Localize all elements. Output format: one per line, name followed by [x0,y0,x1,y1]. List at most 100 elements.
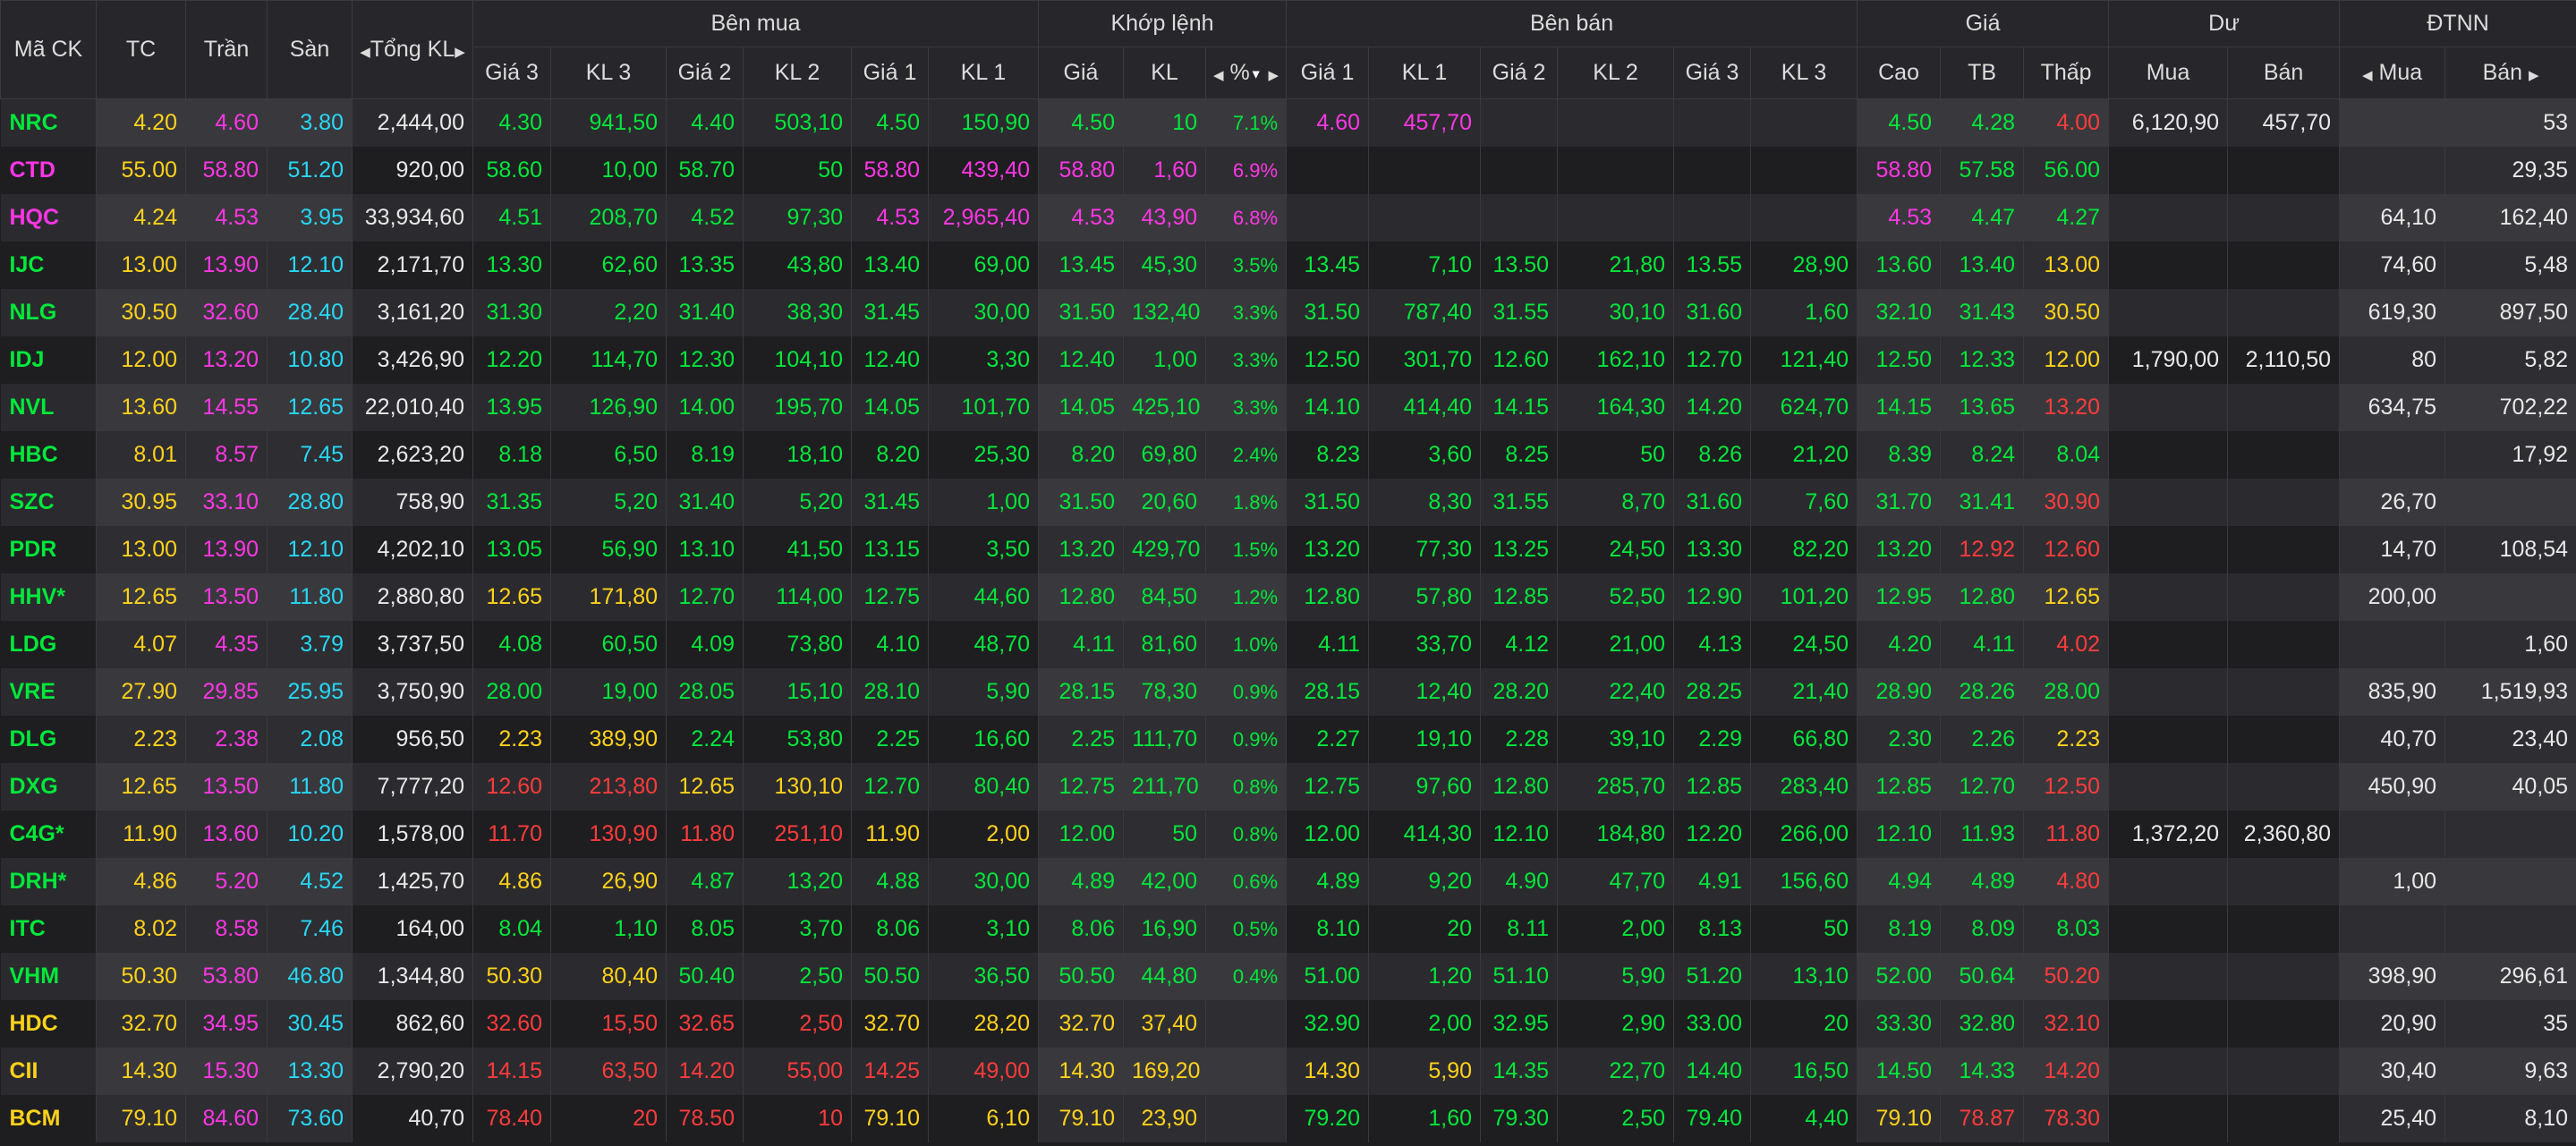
col-buy-vol2[interactable]: KL 2 [743,47,852,99]
table-row[interactable]: VRE 27.90 29.85 25.95 3,750,90 28.00 19,00 28.0… [0,668,2576,716]
sym-cell[interactable]: IDJ [0,336,97,384]
col-symbol[interactable]: Mã CK [0,0,97,99]
table-row[interactable]: HDC 32.70 34.95 30.45 862,60 32.60 15,50 32.65 2… [0,1000,2576,1048]
buy-vol2-cell: 104,10 [743,336,852,384]
avg-cell: 11.93 [1940,811,2025,858]
sym-cell[interactable]: PDR [0,526,97,573]
col-sell-vol2[interactable]: KL 2 [1557,47,1675,99]
table-row[interactable]: LDG 4.07 4.35 3.79 3,737,50 4.08 60,50 4.09 73,8… [0,621,2576,668]
col-total-volume[interactable]: ◀Tổng KL▶ [352,0,473,99]
table-row[interactable]: NRC 4.20 4.60 3.80 2,444,00 4.30 941,50 4.40 503… [0,98,2576,147]
remain-sell-cell: 2,110,50 [2227,336,2341,384]
table-row[interactable]: CTD 55.00 58.80 51.20 920,00 58.60 10,00 58.70 5… [0,147,2576,194]
sym-cell[interactable]: NLG [0,289,97,336]
sym-cell[interactable]: IJC [0,242,97,289]
col-match-price[interactable]: Giá [1038,47,1124,99]
match-pct-cell: 0.8% [1205,811,1288,858]
sym-cell[interactable]: HDC [0,1000,97,1048]
table-row[interactable]: DRH* 4.86 5.20 4.52 1,425,70 4.86 26,90 4.87 13,… [0,858,2576,905]
sym-cell[interactable]: VRE [0,668,97,716]
total-volume-cell: 1,344,80 [352,953,473,1000]
sym-cell[interactable]: BCM [0,1095,97,1142]
col-match-vol[interactable]: KL [1123,47,1206,99]
sym-cell[interactable]: ITC [0,905,97,953]
sym-cell[interactable]: LDG [0,621,97,668]
col-high[interactable]: Cao [1857,47,1942,99]
floor-cell: 3.80 [267,98,353,147]
sym-cell[interactable]: HQC [0,194,97,242]
col-buy-vol1[interactable]: KL 1 [928,47,1039,99]
col-sell-price2[interactable]: Giá 2 [1480,47,1559,99]
col-sell-vol1[interactable]: KL 1 [1368,47,1482,99]
table-row[interactable]: C4G* 11.90 13.60 10.20 1,578,00 11.70 130,90 11… [0,811,2576,858]
table-row[interactable]: BCM 79.10 84.60 73.60 40,70 78.40 20 78.50 10 79.… [0,1095,2576,1142]
table-row[interactable]: IDJ 12.00 13.20 10.80 3,426,90 12.20 114,70 12.… [0,336,2576,384]
sym-cell[interactable]: DLG [0,716,97,763]
caret-right-icon[interactable]: ▶ [455,45,465,60]
caret-right-icon[interactable]: ▶ [2529,68,2539,83]
avg-cell: 50.64 [1940,953,2025,1000]
table-row[interactable]: SZC 30.95 33.10 28.80 758,90 31.35 5,20 31.40 5,… [0,479,2576,526]
match-pct-cell [1205,1095,1288,1142]
low-cell: 32.10 [2023,1000,2110,1048]
sell-vol3-cell: 50 [1750,905,1858,953]
sym-cell[interactable]: VHM [0,953,97,1000]
sym-cell[interactable]: NRC [0,98,97,147]
col-foreign-buy[interactable]: ◀ Mua [2339,47,2446,99]
remain-buy-cell [2108,194,2229,242]
sym-cell[interactable]: NVL [0,384,97,431]
avg-cell: 2.26 [1940,716,2025,763]
col-sell-price3[interactable]: Giá 3 [1673,47,1752,99]
col-low[interactable]: Thấp [2023,47,2110,99]
table-row[interactable]: HHV* 12.65 13.50 11.80 2,880,80 12.65 171,80 12… [0,573,2576,621]
buy-price2-cell: 58.70 [666,147,744,194]
table-row[interactable]: ITC 8.02 8.58 7.46 164,00 8.04 1,10 8.05 3,70 8.0… [0,905,2576,953]
col-buy-price2[interactable]: Giá 2 [666,47,744,99]
col-remain-buy[interactable]: Mua [2108,47,2229,99]
col-sell-price1[interactable]: Giá 1 [1286,47,1370,99]
buy-vol2-cell: 13,20 [743,858,852,905]
caret-left-icon[interactable]: ◀ [2362,68,2373,83]
sym-cell[interactable]: HHV* [0,573,97,621]
high-cell: 12.85 [1857,763,1942,811]
caret-left-icon[interactable]: ◀ [1213,68,1224,83]
match-price-cell: 28.15 [1038,668,1124,716]
sym-cell[interactable]: DRH* [0,858,97,905]
table-row[interactable]: VHM 50.30 53.80 46.80 1,344,80 50.30 80,40 50.4… [0,953,2576,1000]
table-row[interactable]: DLG 2.23 2.38 2.08 956,50 2.23 389,90 2.24 53,80… [0,716,2576,763]
col-foreign-sell[interactable]: Bán ▶ [2444,47,2576,99]
table-row[interactable]: HQC 4.24 4.53 3.95 33,934,60 4.51 208,70 4.52 97… [0,194,2576,242]
table-row[interactable]: NLG 30.50 32.60 28.40 3,161,20 31.30 2,20 31.40… [0,289,2576,336]
sort-desc-icon[interactable]: ▼ [1250,66,1262,81]
col-buy-vol3[interactable]: KL 3 [550,47,667,99]
caret-left-icon[interactable]: ◀ [360,45,370,60]
table-row[interactable]: IJC 13.00 13.90 12.10 2,171,70 13.30 62,60 13.3… [0,242,2576,289]
sym-cell[interactable]: CTD [0,147,97,194]
sym-cell[interactable]: DXG [0,763,97,811]
sym-cell[interactable]: C4G* [0,811,97,858]
col-floor[interactable]: Sàn [267,0,353,99]
col-ceiling[interactable]: Trần [185,0,268,99]
col-avg[interactable]: TB [1940,47,2025,99]
buy-price1-cell: 12.70 [851,763,929,811]
foreign-buy-cell: 30,40 [2339,1048,2446,1095]
col-sell-vol3[interactable]: KL 3 [1750,47,1858,99]
col-ref[interactable]: TC [96,0,186,99]
table-row[interactable]: CII 14.30 15.30 13.30 2,790,20 14.15 63,50 14.2… [0,1048,2576,1095]
col-match-pct[interactable]: ◀ %▼ ▶ [1204,47,1288,99]
table-row[interactable]: PDR 13.00 13.90 12.10 4,202,10 13.05 56,90 13.1… [0,526,2576,573]
caret-right-icon[interactable]: ▶ [1269,68,1279,83]
col-buy-price1[interactable]: Giá 1 [851,47,929,99]
match-pct-cell: 3.3% [1205,289,1288,336]
buy-price2-cell: 4.87 [666,858,744,905]
sym-cell[interactable]: HBC [0,431,97,479]
sym-cell[interactable]: CII [0,1048,97,1095]
buy-vol3-cell: 5,20 [550,479,667,526]
sell-vol3-cell: 101,20 [1750,573,1858,621]
col-remain-sell[interactable]: Bán [2227,47,2341,99]
table-row[interactable]: HBC 8.01 8.57 7.45 2,623,20 8.18 6,50 8.19 18,10… [0,431,2576,479]
table-row[interactable]: NVL 13.60 14.55 12.65 22,010,40 13.95 126,90 14… [0,384,2576,431]
col-buy-price3[interactable]: Giá 3 [472,47,551,99]
table-row[interactable]: DXG 12.65 13.50 11.80 7,777,20 12.60 213,80 12.… [0,763,2576,811]
sym-cell[interactable]: SZC [0,479,97,526]
